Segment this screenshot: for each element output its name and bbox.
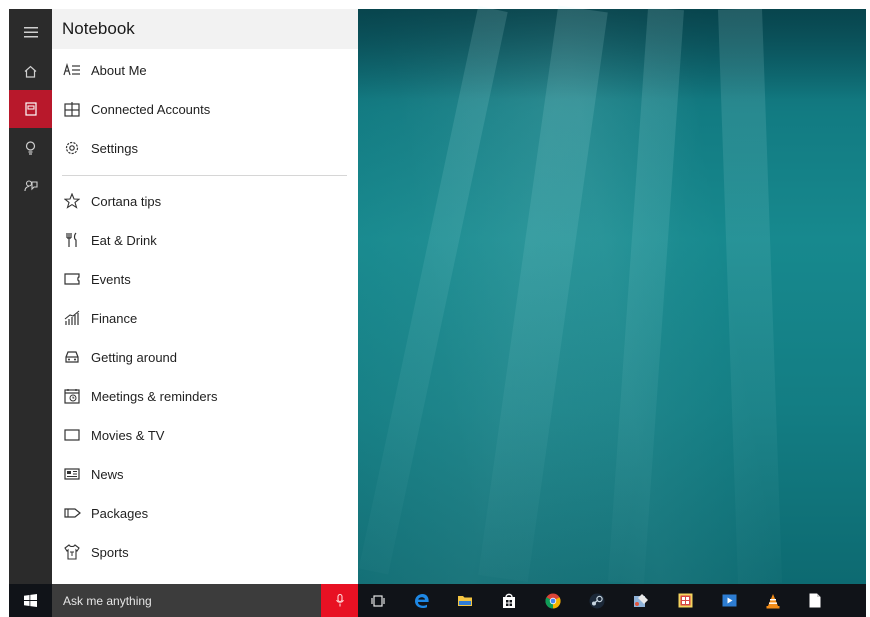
item-label: Meetings & reminders	[91, 388, 218, 404]
divider	[62, 175, 347, 176]
paint-button[interactable]	[626, 584, 656, 617]
notebook-icon	[24, 102, 37, 116]
notebook-item-about-me[interactable]: About Me	[52, 52, 358, 88]
page-title: Notebook	[62, 19, 135, 38]
item-label: Settings	[91, 140, 138, 156]
notebook-item-connected-accounts[interactable]: Connected Accounts	[52, 91, 358, 127]
ticket-icon	[63, 270, 81, 288]
item-label: Packages	[91, 505, 149, 521]
chrome-icon	[545, 593, 561, 609]
item-label: Getting around	[91, 349, 178, 365]
home-icon	[24, 65, 37, 78]
start-button[interactable]	[9, 584, 52, 617]
notebook-item-finance[interactable]: Finance	[52, 300, 358, 336]
notebook-item-cortana-tips[interactable]: Cortana tips	[52, 183, 358, 219]
feedback-button[interactable]	[9, 167, 52, 205]
car-icon	[63, 348, 81, 366]
paint-icon	[634, 593, 648, 607]
star-icon	[63, 192, 81, 210]
notepad-icon	[809, 593, 821, 608]
hamburger-menu-button[interactable]	[9, 13, 52, 51]
wallpaper-surface	[358, 9, 866, 99]
task-view-icon	[371, 594, 385, 607]
microphone-button[interactable]	[321, 584, 358, 617]
item-label: News	[91, 466, 124, 482]
chrome-button[interactable]	[538, 584, 568, 617]
notebook-item-events[interactable]: Events	[52, 261, 358, 297]
item-label: Events	[91, 271, 131, 287]
item-label: Cortana tips	[91, 193, 162, 209]
about-me-icon	[63, 61, 81, 79]
steam-button[interactable]	[582, 584, 612, 617]
item-label: Eat & Drink	[91, 232, 157, 248]
reminders-button[interactable]	[9, 129, 52, 167]
item-label: Finance	[91, 310, 138, 326]
hamburger-menu-icon	[23, 26, 38, 37]
settings-gear-icon	[63, 139, 81, 157]
calculator-icon	[678, 593, 692, 608]
notebook-item-sports[interactable]: Sports	[52, 534, 358, 570]
media-button[interactable]	[714, 584, 744, 617]
store-icon	[503, 593, 515, 608]
store-button[interactable]	[494, 584, 524, 617]
vlc-icon	[766, 593, 780, 608]
item-label: Sports	[91, 544, 129, 560]
media-icon	[722, 594, 736, 607]
fork-knife-icon	[63, 231, 81, 249]
calculator-button[interactable]	[670, 584, 700, 617]
file-explorer-button[interactable]	[450, 584, 480, 617]
panel-header: Notebook	[52, 9, 358, 49]
desktop-wallpaper	[358, 5, 866, 585]
file-explorer-icon	[458, 596, 472, 606]
windows-logo-icon	[24, 594, 37, 607]
notebook-item-settings[interactable]: Settings	[52, 130, 358, 166]
lightbulb-icon	[25, 141, 36, 155]
steam-icon	[589, 593, 605, 608]
item-label: Movies & TV	[91, 427, 165, 443]
notebook-item-news[interactable]: News	[52, 456, 358, 492]
notebook-item-packages[interactable]: Packages	[52, 495, 358, 531]
vlc-button[interactable]	[758, 584, 788, 617]
feedback-icon	[23, 180, 38, 192]
package-icon	[63, 504, 81, 522]
taskbar: Ask me anything	[9, 584, 866, 617]
edge-icon	[415, 593, 429, 608]
item-label: About Me	[91, 62, 147, 78]
notebook-item-movies-tv[interactable]: Movies & TV	[52, 417, 358, 453]
task-view-button[interactable]	[363, 584, 393, 617]
notebook-item-meetings-reminders[interactable]: Meetings & reminders	[52, 378, 358, 414]
cortana-rail	[9, 9, 52, 584]
search-input[interactable]: Ask me anything	[52, 584, 321, 617]
screen: Notebook About Me Connected Accounts Set…	[0, 0, 870, 617]
notebook-item-getting-around[interactable]: Getting around	[52, 339, 358, 375]
calendar-icon	[63, 387, 81, 405]
notebook-item-eat-drink[interactable]: Eat & Drink	[52, 222, 358, 258]
news-icon	[63, 465, 81, 483]
home-button[interactable]	[9, 52, 52, 90]
notebook-button[interactable]	[9, 90, 52, 128]
tv-icon	[63, 426, 81, 444]
notepad-button[interactable]	[800, 584, 830, 617]
search-placeholder: Ask me anything	[63, 594, 152, 608]
microphone-icon	[335, 594, 344, 607]
item-label: Connected Accounts	[91, 101, 211, 117]
edge-button[interactable]	[407, 584, 437, 617]
connected-accounts-icon	[63, 100, 81, 118]
finance-chart-icon	[63, 309, 81, 327]
notebook-panel: Notebook About Me Connected Accounts Set…	[52, 9, 358, 584]
sports-jersey-icon	[63, 543, 81, 561]
